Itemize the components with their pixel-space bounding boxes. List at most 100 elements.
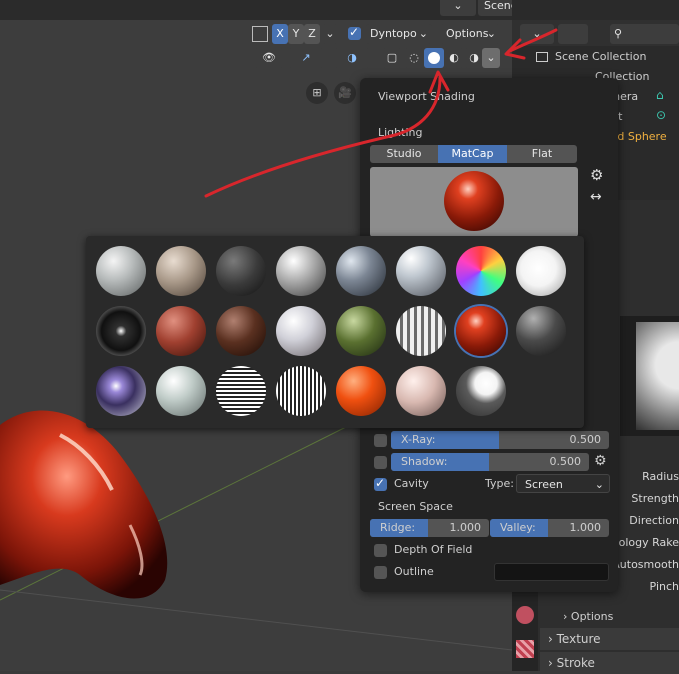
- matcap-ball[interactable]: [336, 366, 386, 416]
- shading-solid[interactable]: [424, 48, 444, 68]
- shading-popover-button[interactable]: ⌄: [482, 48, 500, 68]
- gear-icon[interactable]: ⚙: [590, 166, 603, 184]
- matcap-ball[interactable]: [276, 366, 326, 416]
- ridge-label: Ridge:: [380, 521, 416, 534]
- axis-y-toggle[interactable]: Y: [288, 24, 304, 44]
- matcap-ball[interactable]: [456, 366, 506, 416]
- cavity-type-dropdown[interactable]: Screen ⌄: [516, 474, 610, 493]
- ridge-slider[interactable]: Ridge: 1.000: [370, 519, 489, 537]
- outline-label: Outline: [394, 565, 434, 578]
- matcap-ball[interactable]: [516, 246, 566, 296]
- matcap-ball[interactable]: [216, 246, 266, 296]
- camera-view-icon[interactable]: 🎥: [334, 82, 356, 104]
- brush-preview-image: [636, 322, 679, 430]
- scene-collection-icon: [536, 52, 548, 62]
- texture-tab-icon[interactable]: [516, 640, 534, 658]
- top-header: [0, 0, 512, 20]
- xray-slider[interactable]: X-Ray: 0.500: [391, 431, 609, 449]
- matcap-ball[interactable]: [96, 246, 146, 296]
- chevron-down-icon: ⌄: [486, 27, 496, 40]
- matcap-ball[interactable]: [516, 306, 566, 356]
- lighting-tab-flat[interactable]: Flat: [507, 145, 577, 163]
- rendered-sphere-icon: ◑: [469, 51, 479, 64]
- symmetry-icon[interactable]: [252, 26, 268, 42]
- shadow-slider[interactable]: Shadow: 0.500: [391, 453, 589, 471]
- shadow-checkbox[interactable]: [374, 456, 387, 469]
- matcap-ball[interactable]: [456, 246, 506, 296]
- light-data-icon[interactable]: ⊙: [656, 108, 666, 122]
- cavity-checkbox[interactable]: [374, 476, 387, 491]
- outliner-filter[interactable]: [558, 24, 588, 44]
- dyntopo-checkbox[interactable]: [348, 25, 361, 40]
- material-tab-icon[interactable]: [516, 606, 534, 624]
- overlays-dropdown[interactable]: ◑: [334, 48, 370, 68]
- matcap-preview-ball: [444, 171, 504, 231]
- matcap-ball[interactable]: [216, 306, 266, 356]
- chevron-down-icon: ⌄: [532, 27, 542, 40]
- matcap-ball[interactable]: [396, 366, 446, 416]
- lighting-label: Lighting: [378, 126, 423, 139]
- scene-collection-label[interactable]: Scene Collection: [555, 50, 646, 63]
- matcap-ball[interactable]: [156, 366, 206, 416]
- shading-rendered[interactable]: ◑: [464, 48, 484, 68]
- shadow-settings-gear-icon[interactable]: ⚙: [594, 453, 607, 469]
- cavity-type-value: Screen: [525, 478, 563, 491]
- matcap-picker-grid: [86, 236, 584, 428]
- symmetry-dropdown[interactable]: ⌄: [322, 24, 338, 44]
- radius-label: Radius: [642, 470, 679, 483]
- matcap-ball[interactable]: [396, 306, 446, 356]
- matcap-ball[interactable]: [456, 306, 506, 356]
- valley-label: Valley:: [500, 521, 536, 534]
- ridge-value: 1.000: [449, 521, 482, 534]
- gizmo-dropdown[interactable]: ↗: [288, 48, 324, 68]
- matcap-ball[interactable]: [96, 306, 146, 356]
- options-panel-label: Options: [570, 610, 614, 623]
- stroke-text: Stroke: [556, 656, 595, 670]
- dyntopo-label: Dyntopo: [370, 27, 417, 40]
- shading-wireframe[interactable]: ◌: [404, 48, 424, 68]
- eye-icon: 👁: [262, 51, 276, 64]
- shading-material[interactable]: ◐: [444, 48, 464, 68]
- xray-value: 0.500: [569, 433, 602, 446]
- matcap-ball[interactable]: [96, 366, 146, 416]
- visibility-dropdown[interactable]: 👁: [254, 48, 284, 68]
- autosmooth-label: Autosmooth: [612, 558, 679, 571]
- matcap-ball[interactable]: [216, 366, 266, 416]
- outliner-display-mode[interactable]: ⌄: [520, 24, 554, 44]
- lighting-tab-studio[interactable]: Studio: [370, 145, 438, 163]
- flip-horizontal-icon[interactable]: ↔: [590, 189, 602, 205]
- cavity-type-label: Type:: [485, 477, 514, 490]
- search-icon: ⚲: [614, 27, 623, 40]
- camera-data-icon[interactable]: ⌂: [656, 88, 664, 102]
- options-panel-header[interactable]: › Options: [563, 610, 613, 623]
- matcap-ball[interactable]: [276, 306, 326, 356]
- matcap-ball[interactable]: [276, 246, 326, 296]
- xray-checkbox[interactable]: [374, 434, 387, 447]
- matcap-ball[interactable]: [396, 246, 446, 296]
- outline-checkbox[interactable]: [374, 566, 387, 579]
- options-dropdown[interactable]: Options ⌄: [440, 24, 500, 44]
- chevron-down-icon: ⌄: [594, 478, 604, 491]
- valley-slider[interactable]: Valley: 1.000: [490, 519, 609, 537]
- grid-icon[interactable]: ⊞: [306, 82, 328, 104]
- scene-icon-button[interactable]: ⌄: [440, 0, 476, 16]
- matcap-ball[interactable]: [156, 306, 206, 356]
- matcap-ball[interactable]: [156, 246, 206, 296]
- outline-color-swatch[interactable]: [494, 563, 609, 581]
- strength-label: Strength: [631, 492, 679, 505]
- outliner-search-input[interactable]: ⚲: [610, 24, 679, 44]
- axis-x-toggle[interactable]: X: [272, 24, 288, 44]
- depth-of-field-checkbox[interactable]: [374, 544, 387, 557]
- matcap-ball[interactable]: [336, 306, 386, 356]
- xray-toggle[interactable]: ▢: [382, 48, 402, 68]
- stroke-label: › Stroke: [548, 656, 595, 670]
- matcap-ball[interactable]: [336, 246, 386, 296]
- shadow-value: 0.500: [549, 455, 582, 468]
- pinch-label: Pinch: [649, 580, 679, 593]
- texture-label: › Texture: [548, 632, 601, 646]
- lighting-tab-matcap[interactable]: MatCap: [438, 145, 507, 163]
- dyntopo-dropdown[interactable]: Dyntopo ⌄: [366, 24, 432, 44]
- valley-value: 1.000: [569, 521, 602, 534]
- axis-z-toggle[interactable]: Z: [304, 24, 320, 44]
- popover-title: Viewport Shading: [378, 90, 475, 103]
